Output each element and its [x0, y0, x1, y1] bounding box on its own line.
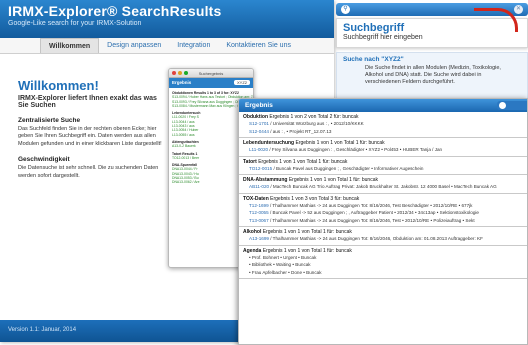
result-count-text: Ergebnis 1 von 3 von Total 3 für: buncak [270, 195, 360, 202]
result-block: Lebenduntersuchung Ergebnis 1 von 1 von … [239, 138, 527, 157]
main-nav: Willkommen Design anpassen Integration K… [0, 38, 334, 54]
result-item[interactable]: T13-0067 / Thalhammer Mathias -> 24 aus … [243, 217, 523, 225]
nav-design-anpassen[interactable]: Design anpassen [99, 38, 169, 53]
section-text-search: Das Suchfeld finden Sie in der rechten o… [18, 126, 162, 147]
promo-composite: IRMX-Explorer® SearchResults Google-Like… [0, 0, 528, 345]
small-window-titlebar: Suchergebnis [169, 69, 253, 78]
app-subtitle: Google-Like search for your IRMX-Solutio… [8, 20, 142, 27]
welcome-title: Willkommen! [18, 78, 99, 93]
results-header-label: Ergebnis [245, 102, 273, 109]
result-item-id[interactable]: S12-1701 [249, 121, 270, 126]
result-item[interactable]: • Frau Apfelbacher • Done • Buncak [243, 269, 523, 277]
results-list: Obduktion Ergebnis 1 von 2 von Total 2 f… [239, 112, 527, 279]
suchbegriff-subtitle: Suchbegriff hier eingeben [343, 34, 423, 41]
result-item-text: / MacTech Buncak AG Trio Auftrag Privat:… [270, 184, 497, 189]
section-title-speed: Geschwindigkeit [18, 156, 70, 164]
result-item-text: / Buncak Pavel -> 52 aus Duggingen ; , A… [269, 210, 479, 215]
window-controls [172, 71, 188, 75]
result-item[interactable]: T12-0055 / Buncak Pavel -> 52 aus Duggin… [243, 209, 523, 217]
results-window: Ergebnis Obduktion Ergebnis 1 von 2 von … [238, 98, 528, 345]
search-icon [499, 102, 506, 109]
result-module-name: TOX-Daten [243, 195, 271, 202]
result-item[interactable]: • Prof. Bohnert • Urgent • Buncak [243, 254, 523, 262]
result-item-id[interactable]: S12-0444 [249, 129, 270, 134]
small-search-input[interactable]: XYZ2 [233, 80, 250, 85]
result-block: Alkohol Ergebnis 1 von 1 von Total 1 für… [239, 227, 527, 246]
search-panel: ⚲ ✕ Suchbegriff Suchbegriff hier eingebe… [336, 0, 528, 112]
result-item-id[interactable]: T12-0055 [249, 210, 270, 215]
result-block: Agenda Ergebnis 1 von 1 von Total 1 für:… [239, 246, 527, 279]
result-item-id[interactable]: L11-0020 [249, 147, 269, 152]
clear-icon[interactable]: ✕ [514, 5, 523, 14]
search-icon: ⚲ [341, 5, 350, 14]
result-item-text: • Frau Apfelbacher • Done • Buncak [249, 269, 322, 275]
result-item[interactable]: L11-0020 / Frey Silvana aus Duggingen : … [243, 146, 523, 154]
result-item-text: • Prof. Bohnert • Urgent • Buncak [249, 254, 317, 260]
result-item-text: / Thalhammer Mathias -> 24 aus Duggingen… [270, 236, 483, 241]
result-item[interactable]: S12-1701 / Universität Würzburg aus : , … [243, 120, 523, 128]
result-item-id[interactable]: T12-1699 [249, 203, 270, 208]
minimize-dot-icon[interactable] [178, 71, 182, 75]
result-item[interactable]: AB11-020 / MacTech Buncak AG Trio Auftra… [243, 183, 523, 191]
result-item-text: / aus : , • Projekt RT_12.07.13 [270, 128, 332, 134]
close-dot-icon[interactable] [172, 71, 176, 75]
result-item-text: • Bibliothek • Waiting • Buncak [249, 262, 311, 267]
result-module-name: Agenda [243, 247, 263, 254]
result-item-id[interactable]: TO12-0015 [249, 166, 273, 171]
result-item[interactable]: TO12-0015 / Buncak Pavel aus Duggingen ;… [243, 165, 523, 173]
result-count-text: Ergebnis 1 von 1 von Total 1 für: buncak [258, 158, 348, 165]
result-block: Obduktion Ergebnis 1 von 2 von Total 2 f… [239, 112, 527, 138]
nav-kontakt[interactable]: Kontaktieren Sie uns [218, 38, 299, 53]
result-item[interactable]: A13-1699 / Thalhammer Mathias -> 24 aus … [243, 235, 523, 243]
result-item-text: / Universität Würzburg aus : , • 2012/10… [270, 121, 364, 126]
result-item[interactable]: T12-1699 / Thalhammer Mathias -> 24 aus … [243, 202, 523, 210]
result-module-name: Tatort [243, 158, 259, 165]
result-block: TOX-Daten Ergebnis 1 von 3 von Total 3 f… [239, 194, 527, 227]
app-title: IRMX-Explorer® SearchResults [8, 3, 222, 19]
help-text: Die Suche findet in allen Modulen (Mediz… [365, 65, 501, 86]
result-item-text: / Buncak Pavel aus Duggingen ; , Geschäd… [273, 165, 424, 171]
results-header: Ergebnis [239, 99, 527, 112]
section-text-speed: Die Datensuche ist sehr schnell. Die zu … [18, 165, 159, 179]
welcome-content: Willkommen! IRMX-Explorer liefert Ihnen … [18, 78, 168, 180]
small-window-header-label: Ergebnis [172, 80, 192, 85]
help-title: Suche nach "XYZ2" [343, 56, 404, 63]
result-item-id[interactable]: AB11-020 [249, 184, 270, 189]
result-item-id[interactable]: A13-1699 [249, 236, 270, 241]
welcome-lead: IRMX-Explorer liefert Ihnen exakt das wa… [18, 95, 157, 109]
result-item-id[interactable]: T13-0067 [249, 218, 270, 223]
results-search-input[interactable] [497, 101, 527, 110]
result-item[interactable]: S12-0444 / aus : , • Projekt RT_12.07.13 [243, 128, 523, 136]
small-window-title: Suchergebnis [198, 71, 224, 76]
result-item[interactable]: • Bibliothek • Waiting • Buncak [243, 261, 523, 269]
nav-integration[interactable]: Integration [169, 38, 218, 53]
small-window-header: Ergebnis XYZ2 [169, 78, 253, 88]
result-item-text: / Thalhammer Mathias -> 24 aus Duggingen… [269, 202, 473, 208]
result-count-text: Ergebnis 1 von 1 von Total 1 für: buncak [262, 247, 352, 254]
result-block: DNA-Abstammung Ergebnis 1 von 1 von Tota… [239, 175, 527, 194]
app-header: IRMX-Explorer® SearchResults Google-Like… [0, 0, 334, 38]
result-item-text: / Thalhammer Mathias -> 24 aus Duggingen… [269, 217, 475, 223]
result-block: Tatort Ergebnis 1 von 1 von Total 1 für:… [239, 157, 527, 175]
zoom-dot-icon[interactable] [184, 71, 188, 75]
result-item-text: / Frey Silvana aus Duggingen : , Geschlä… [269, 147, 443, 152]
nav-willkommen[interactable]: Willkommen [40, 38, 100, 53]
section-title-search: Zentralisierte Suche [18, 117, 81, 124]
